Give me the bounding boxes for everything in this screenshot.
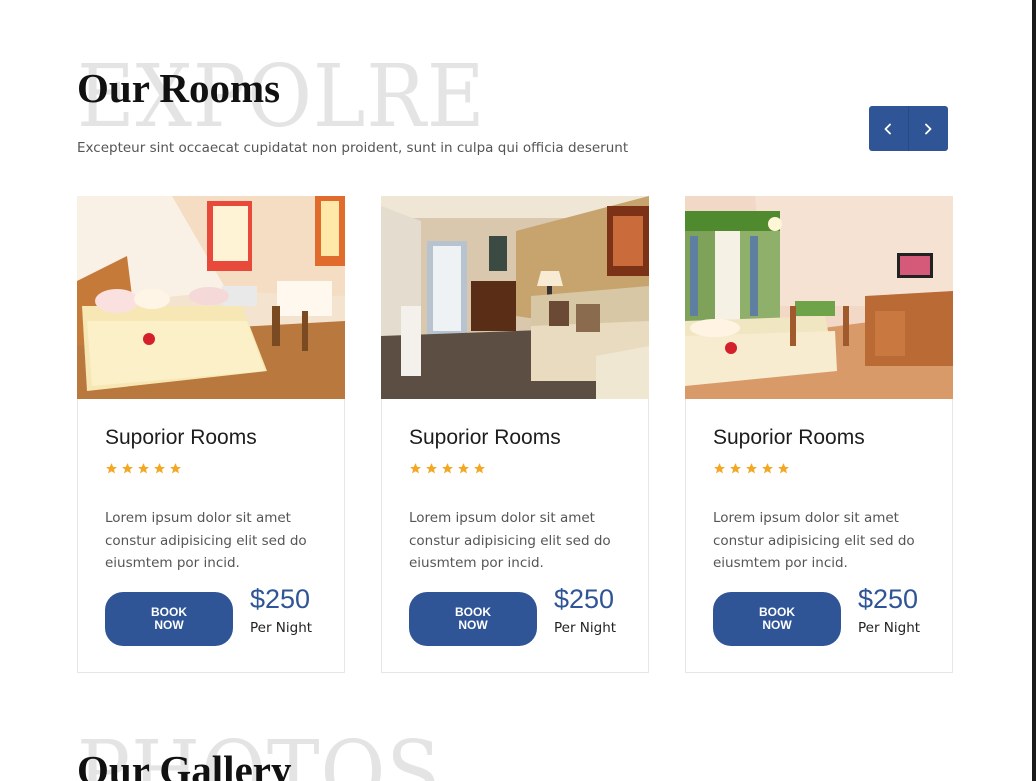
book-now-button[interactable]: BOOK NOW xyxy=(713,592,841,646)
book-now-button[interactable]: BOOK NOW xyxy=(409,592,537,646)
room-price: $250 xyxy=(250,584,311,614)
room-card: Suporior Rooms Lorem ipsum dolor sit ame… xyxy=(381,196,649,673)
slider-prev-button[interactable] xyxy=(869,106,909,151)
star-rating xyxy=(409,462,486,475)
price-unit: Per Night xyxy=(554,620,617,636)
slider-next-button[interactable] xyxy=(908,106,948,151)
star-icon xyxy=(138,463,149,474)
room-name: Suporior Rooms xyxy=(713,426,865,449)
room-photo[interactable] xyxy=(77,196,345,399)
star-icon xyxy=(426,463,437,474)
room-name: Suporior Rooms xyxy=(105,426,257,449)
slider-nav xyxy=(869,106,948,151)
chevron-left-icon xyxy=(884,123,892,134)
room-card: Suporior Rooms Lorem ipsum dolor sit ame… xyxy=(77,196,345,673)
chevron-right-icon xyxy=(925,123,932,134)
room-photo[interactable] xyxy=(685,196,953,399)
star-rating xyxy=(713,462,790,475)
star-icon xyxy=(762,463,773,474)
room-price: $250 xyxy=(858,584,919,614)
book-now-label: BOOK NOW xyxy=(455,605,491,632)
star-rating xyxy=(105,462,182,475)
room-price: $250 xyxy=(554,584,615,614)
price-unit: Per Night xyxy=(858,620,921,636)
star-icon xyxy=(778,463,789,474)
room-name: Suporior Rooms xyxy=(409,426,561,449)
star-icon xyxy=(442,463,453,474)
star-icon xyxy=(458,463,469,474)
price-unit: Per Night xyxy=(250,620,313,636)
star-icon xyxy=(714,463,725,474)
star-icon xyxy=(154,463,165,474)
window-edge xyxy=(1032,0,1036,781)
star-icon xyxy=(170,463,181,474)
room-description: Lorem ipsum dolor sit amet constur adipi… xyxy=(105,510,307,571)
star-icon xyxy=(106,463,117,474)
rooms-section-header: EXPOLRE Our Rooms xyxy=(77,54,697,174)
gallery-section-header: PHOTOS Our Gallery xyxy=(77,730,577,781)
room-description: Lorem ipsum dolor sit amet constur adipi… xyxy=(409,510,611,571)
room-photo[interactable] xyxy=(381,196,649,399)
star-icon xyxy=(474,463,485,474)
gallery-section-title: Our Gallery xyxy=(77,747,292,781)
star-icon xyxy=(730,463,741,474)
star-icon xyxy=(122,463,133,474)
book-now-label: BOOK NOW xyxy=(759,605,795,632)
star-icon xyxy=(746,463,757,474)
rooms-section-subtitle: Excepteur sint occaecat cupidatat non pr… xyxy=(77,140,629,156)
book-now-button[interactable]: BOOK NOW xyxy=(105,592,233,646)
star-icon xyxy=(410,463,421,474)
book-now-label: BOOK NOW xyxy=(151,605,187,632)
room-description: Lorem ipsum dolor sit amet constur adipi… xyxy=(713,510,915,571)
room-card: Suporior Rooms Lorem ipsum dolor sit ame… xyxy=(685,196,953,673)
rooms-section-title: Our Rooms xyxy=(77,65,281,111)
